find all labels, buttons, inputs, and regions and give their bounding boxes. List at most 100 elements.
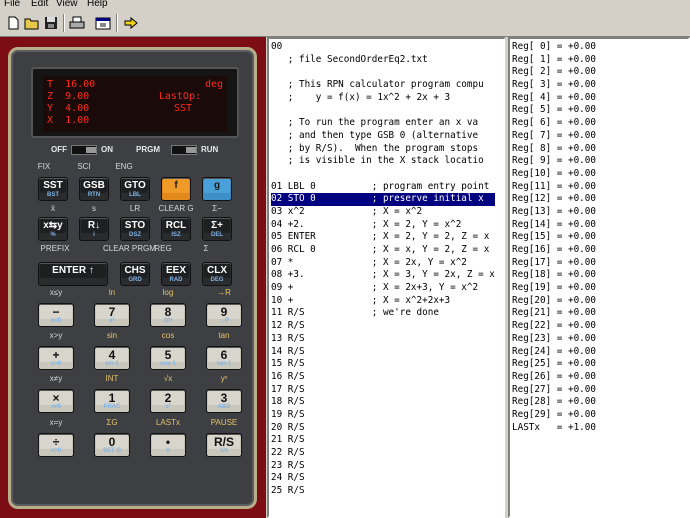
program-line[interactable]: 20 R/S: [271, 422, 495, 435]
program-line[interactable]: 22 R/S: [271, 447, 495, 460]
key-enter[interactable]: ENTER ↑: [38, 262, 108, 286]
display-row-y: Y 4.00: [47, 103, 89, 115]
program-line[interactable]: 03 x^2 ; X = x^2: [271, 206, 495, 219]
register-row: Reg[16] = +0.00: [512, 244, 596, 255]
power-switch[interactable]: [71, 145, 97, 155]
register-row: Reg[11] = +0.00: [512, 180, 596, 192]
key-chs[interactable]: CHS GRD: [120, 262, 150, 286]
properties-icon[interactable]: [94, 14, 112, 32]
key-gsb[interactable]: GSB RTN: [79, 177, 109, 201]
program-line[interactable]: 10 + ; X = x^2+2x+3: [271, 295, 495, 308]
key-4[interactable]: 4 sin-1: [94, 346, 130, 370]
open-icon[interactable]: [23, 14, 41, 32]
program-line[interactable]: 14 R/S: [271, 346, 495, 359]
key-op60[interactable]: ÷ x=0: [38, 433, 74, 457]
key-shifted-label: DSZ: [129, 232, 141, 238]
key-op62[interactable]: • π: [150, 433, 186, 457]
key-op14[interactable]: Σ+ DEL: [202, 217, 232, 241]
program-line[interactable]: 08 +3. ; X = 3, Y = 2x, Z = x: [271, 269, 495, 282]
new-icon[interactable]: [4, 14, 22, 32]
program-line[interactable]: 00: [271, 41, 495, 54]
program-line[interactable]: 24 R/S: [271, 472, 495, 485]
program-line[interactable]: 12 R/S: [271, 320, 495, 333]
register-row: Reg[29] = +0.00: [512, 408, 596, 420]
menu-help[interactable]: Help: [87, 0, 108, 9]
program-line[interactable]: 15 R/S: [271, 358, 495, 371]
key-eex[interactable]: EEX RAD: [161, 262, 191, 286]
key-caption: ENG: [115, 162, 133, 171]
key-5[interactable]: 5 cos-1: [150, 346, 186, 370]
program-line[interactable]: 25 R/S: [271, 485, 495, 498]
program-line[interactable]: 04 +2. ; X = 2, Y = x^2: [271, 219, 495, 232]
key-2[interactable]: 2 x²: [150, 389, 186, 413]
key-8[interactable]: 8 10ˣ: [150, 303, 186, 327]
key-caption: Σ−: [212, 204, 222, 213]
program-line[interactable]: 06 RCL 0 ; X = x, Y = 2, Z = x: [271, 244, 495, 257]
key-caption: sin: [106, 331, 118, 340]
print-icon[interactable]: [68, 14, 86, 32]
key-r[interactable]: R↓ i: [79, 217, 109, 241]
key-0[interactable]: 0 SET G: [94, 433, 130, 457]
key-caption: √x: [163, 374, 173, 383]
key-op40[interactable]: + x>0: [38, 346, 74, 370]
program-line[interactable]: 11 R/S ; we're done: [271, 307, 495, 320]
program-line[interactable]: [271, 168, 495, 181]
program-line[interactable]: 19 R/S: [271, 409, 495, 422]
key-gto[interactable]: GTO LBL: [120, 177, 150, 201]
register-row: Reg[ 4] = +0.00: [512, 91, 596, 103]
program-line[interactable]: 05 ENTER ; X = 2, Y = 2, Z = x: [271, 231, 495, 244]
program-line[interactable]: 23 R/S: [271, 460, 495, 473]
menu-file[interactable]: File: [4, 0, 20, 9]
key-sto[interactable]: STO DSZ: [120, 217, 150, 241]
program-line[interactable]: 17 R/S: [271, 384, 495, 397]
run-icon[interactable]: [122, 14, 140, 32]
key-rs[interactable]: R/S 1/x: [206, 433, 242, 457]
key-rcl[interactable]: RCL ISZ: [161, 217, 191, 241]
key-xy[interactable]: x⇆y%: [38, 217, 68, 241]
key-primary-label: R↓: [81, 219, 107, 233]
key-3[interactable]: 3 ABS: [206, 389, 242, 413]
program-line[interactable]: [271, 66, 495, 79]
register-row: Reg[24] = +0.00: [512, 345, 596, 357]
menu-view[interactable]: View: [56, 0, 78, 9]
program-line[interactable]: 18 R/S: [271, 396, 495, 409]
key-1[interactable]: 1 FRAC: [94, 389, 130, 413]
key-7[interactable]: 7 eˣ: [94, 303, 130, 327]
program-line[interactable]: 01 LBL 0 ; program entry point: [271, 181, 495, 194]
program-line[interactable]: ; y = f(x) = 1x^2 + 2x + 3: [271, 92, 495, 105]
key-9[interactable]: 9 →P: [206, 303, 242, 327]
save-icon[interactable]: [42, 14, 60, 32]
menu-edit[interactable]: Edit: [31, 0, 48, 9]
key-op30[interactable]: − x<0: [38, 303, 74, 327]
program-line[interactable]: ; by R/S). When the program stops: [271, 143, 495, 156]
program-listing[interactable]: 00 ; file SecondOrderEq2.txt ; This RPN …: [267, 37, 506, 518]
register-list[interactable]: Reg[ 0] = +0.00 Reg[ 1] = +0.00 Reg[ 2] = …: [508, 37, 690, 518]
program-line[interactable]: 09 + ; X = 2x+3, Y = x^2: [271, 282, 495, 295]
register-row: Reg[20] = +0.00: [512, 294, 596, 306]
program-line[interactable]: [271, 104, 495, 117]
key-f[interactable]: f: [161, 177, 191, 201]
key-op50[interactable]: × x≠0: [38, 389, 74, 413]
program-line[interactable]: ; is visible in the X stack locatio: [271, 155, 495, 168]
key-6[interactable]: 6 tan-1: [206, 346, 242, 370]
key-sst[interactable]: SST BST: [38, 177, 68, 201]
program-line[interactable]: 21 R/S: [271, 434, 495, 447]
key-g[interactable]: g: [202, 177, 232, 201]
mode-switch[interactable]: [171, 145, 197, 155]
toolbar-separator: [116, 14, 118, 32]
program-line[interactable]: ; To run the program enter an x va: [271, 117, 495, 130]
program-line[interactable]: ; This RPN calculator program compu: [271, 79, 495, 92]
program-line[interactable]: ; and then type GSB 0 (alternative: [271, 130, 495, 143]
program-line[interactable]: 07 * ; X = 2x, Y = x^2: [271, 257, 495, 270]
key-clx[interactable]: CLX DEG: [202, 262, 232, 286]
key-shifted-label: eˣ: [109, 318, 115, 324]
key-primary-label: 6: [208, 348, 240, 362]
program-line[interactable]: 16 R/S: [271, 371, 495, 384]
stack-value: 16.00: [65, 79, 96, 90]
program-line-selected[interactable]: 02 STO 0 ; preserve initial x: [271, 193, 495, 206]
program-line[interactable]: ; file SecondOrderEq2.txt: [271, 54, 495, 67]
key-primary-label: ÷: [40, 435, 72, 449]
key-shifted-label: RAD: [169, 277, 183, 283]
program-line[interactable]: 13 R/S: [271, 333, 495, 346]
key-caption: →R: [217, 288, 231, 297]
